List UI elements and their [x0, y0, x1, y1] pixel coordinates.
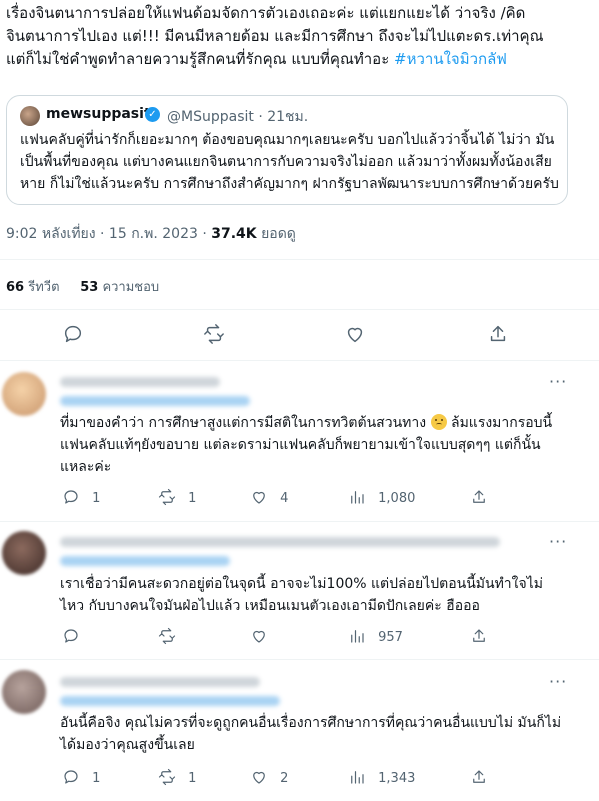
views-count: 1,343: [378, 771, 416, 786]
blurred-username: [60, 377, 220, 387]
like-count: 2: [280, 771, 289, 786]
divider: [0, 259, 599, 260]
tweet-stats: 66 รีทวีต 53 ความชอบ: [6, 276, 159, 297]
divider: [0, 521, 599, 522]
tweet-meta: 9:02 หลังเที่ยง · 15 ก.พ. 2023 · 37.4K ย…: [6, 223, 296, 245]
reply-action[interactable]: 1: [62, 488, 100, 506]
blurred-replying-to: [60, 556, 230, 566]
retweets-label: รีทวีต: [28, 280, 60, 295]
tweet-time[interactable]: 9:02 หลังเที่ยง · 15 ก.พ. 2023 ·: [6, 226, 207, 242]
likes-label: ความชอบ: [102, 280, 160, 295]
more-icon[interactable]: ···: [549, 372, 567, 391]
retweets-stat[interactable]: 66 รีทวีต: [6, 280, 60, 295]
views-count: 37.4K: [211, 226, 257, 242]
retweet-icon[interactable]: [158, 627, 176, 645]
reply-text: อันนี้คือจิง คุณไม่ควรที่จะดูถูกคนอื่นเร…: [60, 715, 562, 753]
retweet-action[interactable]: 1: [158, 768, 196, 786]
share-icon[interactable]: [470, 768, 488, 786]
retweet-count: 1: [188, 771, 197, 786]
divider: [0, 659, 599, 660]
views-action[interactable]: 1,080: [348, 488, 415, 506]
likes-stat[interactable]: 53 ความชอบ: [80, 280, 159, 295]
more-icon[interactable]: ···: [549, 532, 567, 551]
views-action[interactable]: 957: [348, 627, 403, 645]
likes-count: 53: [80, 280, 99, 295]
blurred-username: [60, 537, 500, 547]
reply-icon[interactable]: [62, 627, 80, 645]
divider: [0, 309, 599, 310]
views-count: 957: [378, 630, 403, 645]
blurred-replying-to: [60, 396, 250, 406]
reply-icon: [64, 490, 78, 504]
views-icon: [351, 771, 364, 784]
like-action[interactable]: 4: [250, 488, 288, 506]
verified-icon: ✓: [145, 107, 160, 122]
hashtag-link[interactable]: #หวานใจมิวกลัฟ: [394, 50, 507, 68]
like-icon[interactable]: [250, 627, 268, 645]
quoted-author-name: mewsuppasit: [46, 106, 151, 122]
quoted-avatar[interactable]: [20, 106, 40, 126]
reply-icon[interactable]: [62, 323, 84, 345]
divider: [0, 360, 599, 361]
avatar[interactable]: [2, 531, 46, 575]
share-icon[interactable]: [470, 488, 488, 506]
retweet-icon[interactable]: [203, 323, 225, 345]
reply-count: 1: [92, 491, 101, 506]
reply-action[interactable]: 1: [62, 768, 100, 786]
quoted-tweet[interactable]: mewsuppasit ✓ @MSuppasit · 21ชม. แฟนคลับ…: [6, 95, 568, 205]
retweet-icon: [158, 488, 176, 506]
reply-text-part1: ที่มาของคำว่า การศึกษาสูงแต่การมีสติในกา…: [60, 415, 427, 431]
like-icon[interactable]: [344, 323, 366, 345]
reply-text: เราเชื่อว่ามีคนสะดวกอยู่ต่อในจุดนี้ อาจจ…: [60, 576, 543, 614]
retweets-count: 66: [6, 280, 25, 295]
avatar[interactable]: [2, 372, 46, 416]
share-icon[interactable]: [470, 627, 488, 645]
quoted-handle: @MSuppasit · 21ชม.: [167, 109, 309, 125]
quoted-text: แฟนคลับคู่ที่น่ารักก็เยอะมากๆ ต้องขอบคุณ…: [20, 132, 559, 192]
retweet-action[interactable]: 1: [158, 488, 196, 506]
like-action[interactable]: 2: [250, 768, 288, 786]
tweet-text: เรื่องจินตนาการปล่อยให้แฟนด้อมจัดการตัวเ…: [6, 2, 566, 71]
like-count: 4: [280, 491, 289, 506]
more-icon[interactable]: ···: [549, 672, 567, 691]
sad-face-icon: [430, 414, 447, 430]
retweet-count: 1: [188, 491, 197, 506]
reply-count: 1: [92, 771, 101, 786]
views-count: 1,080: [378, 491, 416, 506]
views-icon: [351, 491, 364, 504]
like-icon: [253, 491, 265, 504]
reply-text: ที่มาของคำว่า การศึกษาสูงแต่การมีสติในกา…: [60, 412, 565, 478]
retweet-icon: [158, 768, 176, 786]
like-icon: [253, 771, 265, 784]
blurred-username: [60, 677, 260, 687]
avatar[interactable]: [2, 670, 46, 714]
share-icon[interactable]: [487, 323, 509, 345]
views-action[interactable]: 1,343: [348, 768, 415, 786]
views-label: ยอดดู: [261, 226, 296, 242]
blurred-replying-to: [60, 696, 280, 706]
views-icon: [351, 630, 364, 643]
reply-icon: [64, 770, 78, 784]
